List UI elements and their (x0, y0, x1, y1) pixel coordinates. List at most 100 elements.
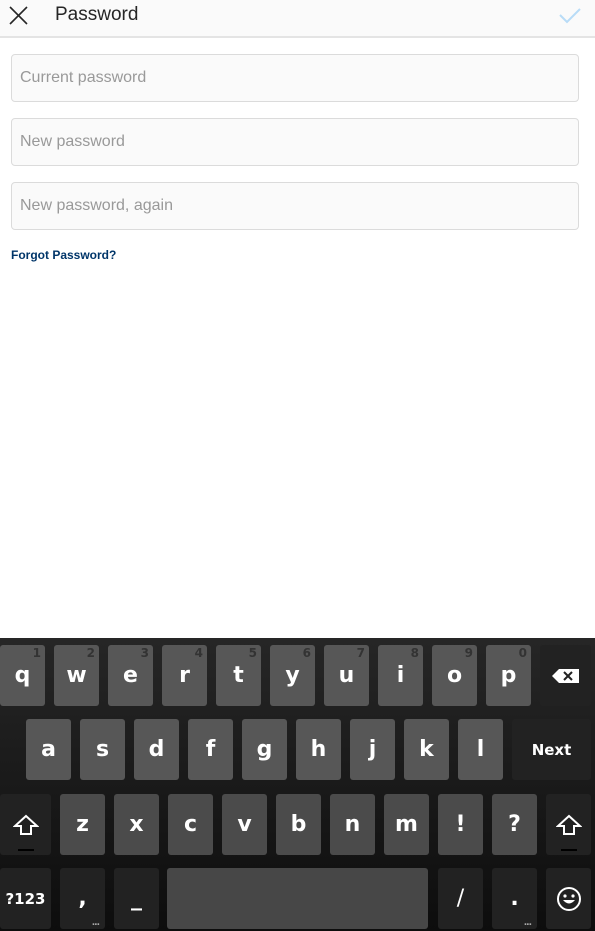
key-u[interactable]: u7 (324, 645, 369, 706)
comma-key-label: , (78, 886, 87, 911)
app-header: Password (0, 0, 595, 38)
key-w[interactable]: w2 (54, 645, 99, 706)
period-key[interactable]: . ... (492, 868, 537, 929)
key-label: g (256, 737, 273, 762)
key-label: p (500, 663, 517, 688)
key-number-hint: 0 (518, 646, 527, 660)
key-number-hint: 7 (356, 646, 365, 660)
shift-indicator (560, 849, 577, 851)
key-h[interactable]: h (296, 719, 341, 780)
key-exclamation[interactable]: ! (438, 794, 483, 855)
key-label: ! (455, 812, 466, 837)
slash-key-label: / (456, 886, 465, 911)
key-label: i (396, 663, 405, 688)
key-label: r (179, 663, 190, 688)
key-i[interactable]: i8 (378, 645, 423, 706)
key-label: s (95, 737, 110, 762)
key-label: e (123, 663, 138, 688)
key-r[interactable]: r4 (162, 645, 207, 706)
current-password-field[interactable] (11, 54, 579, 102)
key-p[interactable]: p0 (486, 645, 531, 706)
space-key[interactable] (167, 868, 428, 929)
key-label: x (129, 812, 144, 837)
key-label: v (237, 812, 252, 837)
key-number-hint: 9 (464, 646, 473, 660)
backspace-icon (551, 668, 579, 683)
key-k[interactable]: k (404, 719, 449, 780)
key-number-hint: 6 (302, 646, 311, 660)
key-label: a (41, 737, 56, 762)
soft-keyboard: q1w2e3r4t5y6u7i8o9p0 asdfghjkl Next zxcv… (0, 638, 595, 931)
key-label: h (310, 737, 327, 762)
key-v[interactable]: v (222, 794, 267, 855)
symbols-key-label: ?123 (5, 889, 46, 908)
confirm-button[interactable] (556, 5, 584, 27)
shift-icon (555, 814, 582, 835)
key-a[interactable]: a (26, 719, 71, 780)
key-number-hint: 1 (32, 646, 41, 660)
key-z[interactable]: z (60, 794, 105, 855)
symbols-key[interactable]: ?123 (0, 868, 51, 929)
forgot-password-link[interactable]: Forgot Password? (11, 248, 116, 262)
close-x-icon (9, 6, 28, 25)
key-label: j (368, 737, 377, 762)
emoji-smiley-icon (556, 886, 581, 911)
key-e[interactable]: e3 (108, 645, 153, 706)
checkmark-icon (559, 8, 581, 24)
key-c[interactable]: c (168, 794, 213, 855)
next-key-label: Next (531, 740, 572, 759)
new-password-field[interactable] (11, 118, 579, 166)
key-label: w (66, 663, 87, 688)
key-label: ? (508, 812, 521, 837)
key-label: z (76, 812, 89, 837)
key-label: u (338, 663, 355, 688)
slash-key[interactable]: / (438, 868, 483, 929)
key-number-hint: 5 (248, 646, 257, 660)
key-label: y (285, 663, 300, 688)
backspace-key[interactable] (540, 645, 591, 706)
period-key-label: . (510, 886, 519, 911)
shift-key-left[interactable] (0, 794, 51, 855)
key-q[interactable]: q1 (0, 645, 45, 706)
key-label: c (183, 812, 198, 837)
shift-key-right[interactable] (546, 794, 591, 855)
close-button[interactable] (6, 3, 32, 29)
key-label: d (148, 737, 165, 762)
key-o[interactable]: o9 (432, 645, 477, 706)
key-b[interactable]: b (276, 794, 321, 855)
key-number-hint: 8 (410, 646, 419, 660)
emoji-key[interactable] (546, 868, 591, 929)
key-t[interactable]: t5 (216, 645, 261, 706)
key-number-hint: 2 (86, 646, 95, 660)
key-label: k (419, 737, 434, 762)
key-d[interactable]: d (134, 719, 179, 780)
key-label: n (344, 812, 361, 837)
key-label: f (205, 737, 216, 762)
next-key[interactable]: Next (512, 719, 591, 780)
page-title: Password (55, 4, 139, 25)
key-label: t (233, 663, 244, 688)
comma-key[interactable]: , ... (60, 868, 105, 929)
key-label: b (290, 812, 307, 837)
key-g[interactable]: g (242, 719, 287, 780)
more-options-indicator: ... (91, 918, 100, 928)
shift-indicator (17, 849, 34, 851)
key-m[interactable]: m (384, 794, 429, 855)
key-question[interactable]: ? (492, 794, 537, 855)
more-options-indicator: ... (523, 918, 532, 928)
shift-icon (12, 814, 39, 835)
key-s[interactable]: s (80, 719, 125, 780)
key-label: q (14, 663, 31, 688)
new-password-again-field[interactable] (11, 182, 579, 230)
key-y[interactable]: y6 (270, 645, 315, 706)
key-n[interactable]: n (330, 794, 375, 855)
underscore-key-label: _ (131, 886, 142, 911)
key-l[interactable]: l (458, 719, 503, 780)
key-number-hint: 4 (194, 646, 203, 660)
key-f[interactable]: f (188, 719, 233, 780)
key-label: o (446, 663, 463, 688)
key-number-hint: 3 (140, 646, 149, 660)
underscore-key[interactable]: _ (114, 868, 159, 929)
key-j[interactable]: j (350, 719, 395, 780)
key-x[interactable]: x (114, 794, 159, 855)
